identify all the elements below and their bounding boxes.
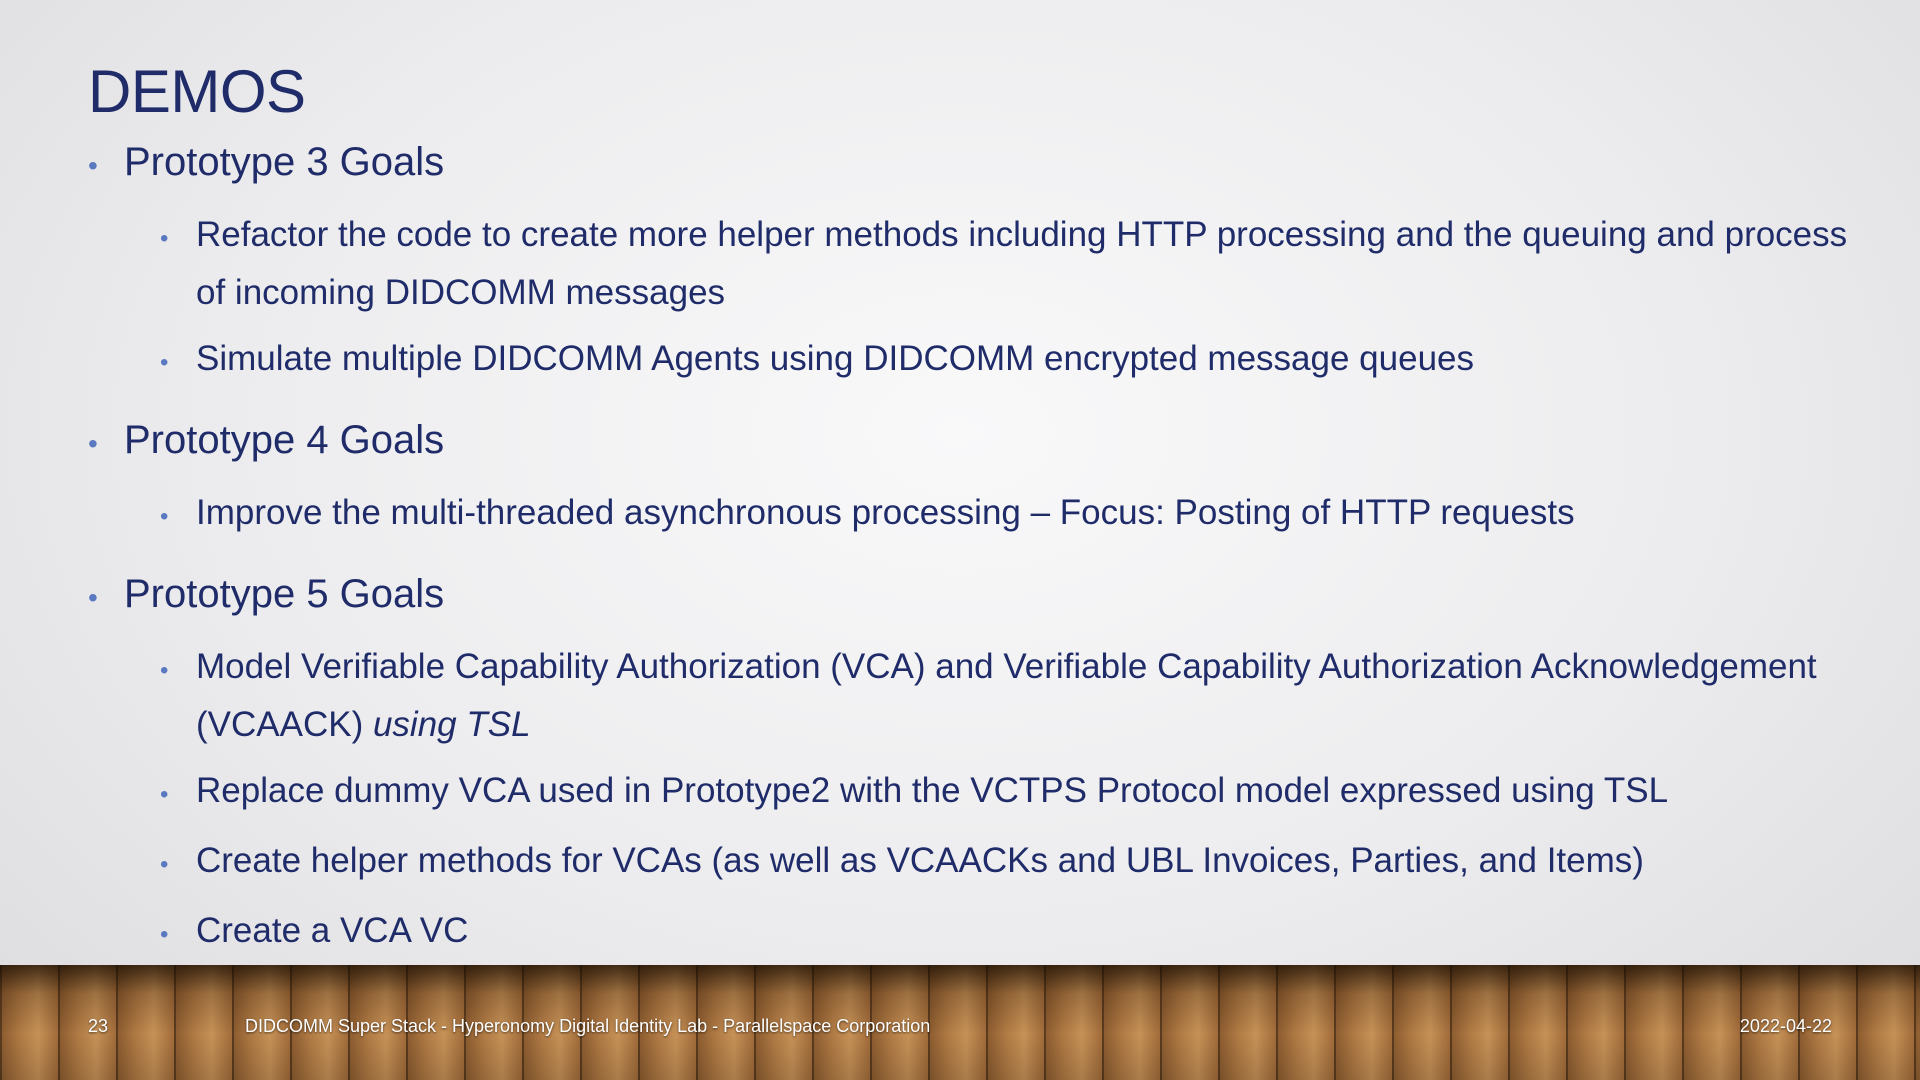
footer-page-number: 23 [88,1016,109,1036]
footer-date: 2022-04-22 [1739,1016,1832,1036]
list-item-text-italic: using TSL [372,705,531,744]
list-item-text: Improve the multi-threaded asynchronous … [196,493,1575,532]
goal-block-prototype-3: • Prototype 3 Goals • Refactor the code … [88,136,1878,392]
list-item: • Improve the multi-threaded asynchronou… [160,484,1878,546]
list-item-text: Model Verifiable Capability Authorizatio… [196,638,1878,754]
list-item: • Simulate multiple DIDCOMM Agents using… [160,330,1878,392]
bullet-icon: • [88,150,98,181]
list-item-text: Simulate multiple DIDCOMM Agents using D… [196,339,1474,378]
goal-heading-text: Prototype 4 Goals [124,418,445,462]
bullet-icon: • [160,781,169,808]
bullet-icon: • [160,503,169,530]
bullet-icon: • [160,657,169,684]
list-item: • Replace dummy VCA used in Prototype2 w… [160,762,1878,824]
list-item-text: Refactor the code to create more helper … [196,215,1848,312]
goal-items: • Improve the multi-threaded asynchronou… [160,484,1878,546]
bullet-icon: • [160,225,169,252]
bullet-icon: • [160,851,169,878]
goal-items: • Model Verifiable Capability Authorizat… [160,638,1878,964]
list-item-text: Create a VCA VC [196,911,469,950]
list-item: • Create a VCA VC [160,902,1878,964]
list-item-text: Create helper methods for VCAs (as well … [196,841,1644,880]
goal-heading-text: Prototype 5 Goals [124,572,445,616]
goal-block-prototype-5: • Prototype 5 Goals • Model Verifiable C… [88,568,1878,964]
list-item-text: Replace dummy VCA used in Prototype2 wit… [196,771,1669,810]
goal-heading: • Prototype 4 Goals [88,414,1878,470]
bullet-icon: • [88,428,98,459]
list-item: • Model Verifiable Capability Authorizat… [160,638,1878,754]
goal-heading: • Prototype 5 Goals [88,568,1878,624]
goal-items: • Refactor the code to create more helpe… [160,206,1878,392]
bullet-icon: • [160,921,169,948]
list-item: • Create helper methods for VCAs (as wel… [160,832,1878,894]
goal-heading: • Prototype 3 Goals [88,136,1878,192]
footer-title: DIDCOMM Super Stack - Hyperonomy Digital… [245,1016,931,1036]
slide: DEMOS • Prototype 3 Goals • Refactor the… [0,0,1920,965]
list-item: • Refactor the code to create more helpe… [160,206,1878,322]
bullet-icon: • [160,349,169,376]
goal-heading-text: Prototype 3 Goals [124,140,445,184]
slide-title: DEMOS [88,58,306,125]
goal-block-prototype-4: • Prototype 4 Goals • Improve the multi-… [88,414,1878,546]
slide-content: • Prototype 3 Goals • Refactor the code … [88,136,1878,986]
bullet-icon: • [88,582,98,613]
